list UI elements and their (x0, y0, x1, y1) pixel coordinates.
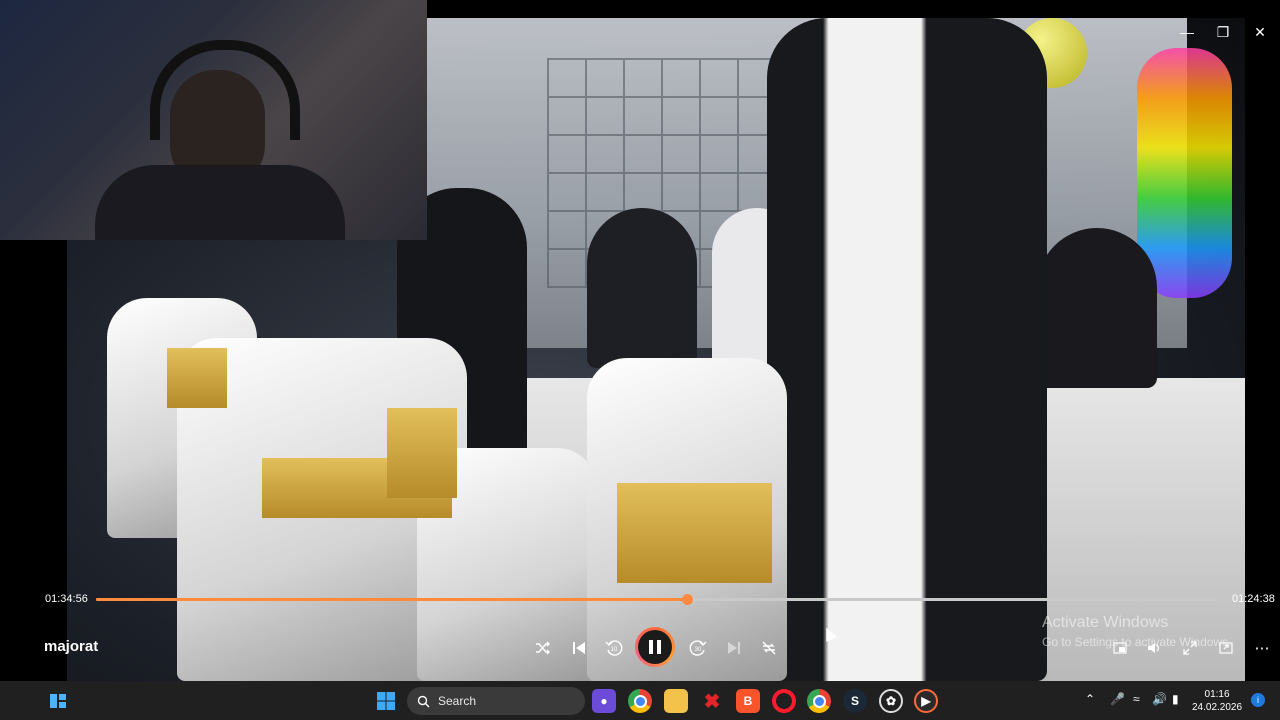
microphone-icon[interactable]: 🎤 (1110, 692, 1125, 706)
number-balloon (1137, 48, 1232, 298)
media-player-icon[interactable]: ▶ (914, 689, 938, 713)
meet-icon[interactable]: ● (592, 689, 616, 713)
streamer-body (95, 165, 345, 240)
rewind-label: 10 (611, 647, 618, 653)
windows-start-icon[interactable] (374, 689, 398, 713)
seek-progress (96, 598, 687, 601)
previous-icon[interactable] (565, 634, 593, 662)
chatgpt-icon[interactable]: ✿ (879, 689, 903, 713)
wifi-icon[interactable]: ≈ (1133, 692, 1140, 706)
chair-sash (617, 483, 772, 583)
brave-icon[interactable]: B (736, 689, 760, 713)
clock-time: 01:16 (1204, 689, 1230, 700)
guest (587, 208, 697, 368)
webcam-overlay (0, 0, 427, 240)
maximize-icon[interactable]: ❐ (1205, 18, 1241, 46)
seek-bar[interactable] (96, 594, 1217, 605)
close-icon[interactable]: ✕ (1242, 18, 1278, 46)
chair-sash (167, 348, 227, 408)
activate-windows-watermark: Activate Windows Go to Settings to activ… (1042, 614, 1231, 649)
chrome-icon[interactable] (807, 689, 831, 713)
chair-sash (387, 408, 457, 498)
watermark-line1: Activate Windows (1042, 614, 1169, 631)
next-icon[interactable] (720, 634, 748, 662)
clock-date: 24.02.2026 (1192, 702, 1243, 713)
watermark-line2: Go to Settings to activate Windows. (1042, 635, 1232, 649)
more-options-icon[interactable]: ⋯ (1248, 634, 1276, 662)
standing-man (767, 18, 1047, 681)
battery-icon[interactable]: ▮ (1172, 692, 1179, 706)
file-explorer-icon[interactable] (664, 689, 688, 713)
search-placeholder: Search (438, 694, 477, 708)
media-title: majorat (44, 638, 99, 655)
seek-thumb[interactable] (681, 594, 693, 605)
xbox-game-bar-icon[interactable]: ✖ (700, 689, 724, 713)
search-icon (417, 695, 430, 707)
opera-icon[interactable] (772, 689, 796, 713)
chevron-up-icon[interactable]: ⌃ (1085, 692, 1095, 706)
widgets-icon[interactable] (46, 689, 70, 713)
taskbar-clock[interactable]: 01:16 24.02.2026 (1192, 688, 1242, 714)
current-time: 01:34:56 (45, 593, 88, 605)
forward-icon[interactable]: 30 (684, 634, 712, 662)
guest (1037, 228, 1157, 388)
repeat-off-icon[interactable] (755, 634, 783, 662)
taskbar-search[interactable]: Search (407, 687, 585, 715)
chrome-icon[interactable] (628, 689, 652, 713)
forward-label: 30 (695, 647, 702, 653)
pause-icon (638, 630, 672, 664)
pause-button[interactable] (635, 627, 675, 667)
duration: 01:24:38 (1232, 593, 1275, 605)
rewind-icon[interactable]: 10 (600, 634, 628, 662)
notification-icon[interactable]: i (1251, 693, 1265, 707)
steam-icon[interactable]: S (843, 689, 867, 713)
speaker-icon[interactable]: 🔊 (1152, 692, 1167, 706)
minimize-icon[interactable]: — (1169, 18, 1205, 46)
shuffle-icon[interactable] (529, 634, 557, 662)
